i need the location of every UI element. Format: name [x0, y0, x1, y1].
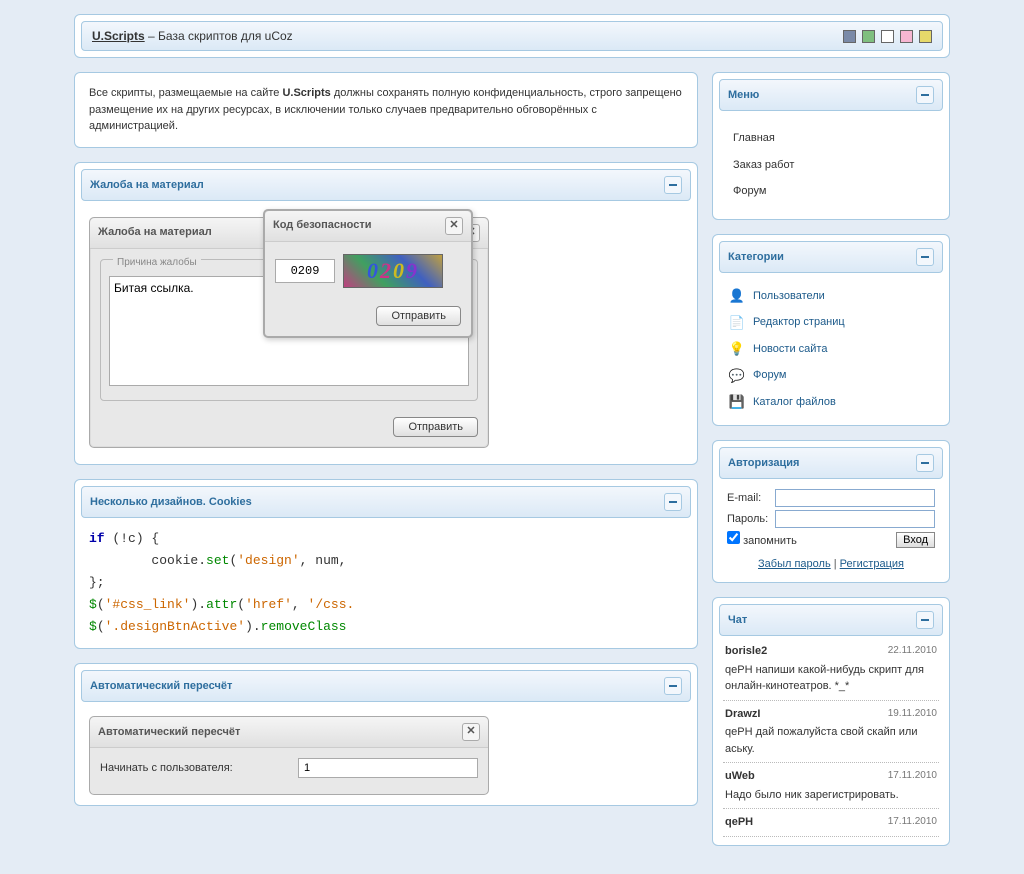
- theme-swatch[interactable]: [862, 30, 875, 43]
- category-item[interactable]: 💡 Новости сайта: [727, 336, 935, 363]
- menu-item[interactable]: Главная: [727, 125, 935, 152]
- panel-title: Автоматический пересчёт: [90, 680, 232, 692]
- category-icon: 📄: [729, 314, 745, 330]
- dialog-title: Автоматический пересчёт: [98, 724, 240, 741]
- collapse-icon[interactable]: [916, 611, 934, 629]
- recount-panel: Автоматический пересчёт Автоматический п…: [74, 663, 698, 806]
- theme-swatch[interactable]: [843, 30, 856, 43]
- password-field[interactable]: [775, 510, 935, 528]
- login-button[interactable]: Вход: [896, 532, 935, 548]
- cookies-panel: Несколько дизайнов. Cookies if (!c) { co…: [74, 479, 698, 649]
- site-title: U.Scripts – База скриптов для uCoz: [92, 29, 293, 43]
- password-label: Пароль:: [727, 511, 775, 528]
- panel-title: Авторизация: [728, 457, 799, 469]
- chat-panel: Чат borisle222.11.2010qePH напиши какой-…: [712, 597, 950, 846]
- auth-panel: Авторизация E-mail: Пароль: запомнить Вх…: [712, 440, 950, 583]
- chat-message: borisle222.11.2010qePH напиши какой-нибу…: [723, 638, 939, 701]
- category-label: Пользователи: [753, 288, 825, 305]
- category-item[interactable]: 👤 Пользователи: [727, 283, 935, 310]
- category-label: Новости сайта: [753, 341, 827, 358]
- panel-title: Чат: [728, 614, 747, 626]
- close-icon[interactable]: ✕: [462, 723, 480, 741]
- collapse-icon[interactable]: [916, 454, 934, 472]
- email-label: E-mail:: [727, 490, 775, 507]
- complaint-panel: Жалоба на материал Жалоба на материал ✕ П…: [74, 162, 698, 465]
- category-icon: 👤: [729, 288, 745, 304]
- topbar: U.Scripts – База скриптов для uCoz: [74, 14, 950, 58]
- category-item[interactable]: 📄 Редактор страниц: [727, 309, 935, 336]
- email-field[interactable]: [775, 489, 935, 507]
- collapse-icon[interactable]: [916, 248, 934, 266]
- forgot-password-link[interactable]: Забыл пароль: [758, 558, 831, 570]
- category-label: Редактор страниц: [753, 314, 845, 331]
- theme-swatch[interactable]: [919, 30, 932, 43]
- panel-title: Жалоба на материал: [90, 179, 204, 191]
- menu-item[interactable]: Форум: [727, 178, 935, 205]
- send-button[interactable]: Отправить: [393, 417, 478, 437]
- fieldset-legend: Причина жалобы: [113, 255, 201, 270]
- theme-swatch[interactable]: [900, 30, 913, 43]
- category-label: Каталог файлов: [753, 394, 836, 411]
- close-icon[interactable]: ✕: [445, 217, 463, 235]
- category-icon: 💡: [729, 341, 745, 357]
- panel-title: Категории: [728, 251, 784, 263]
- chat-message: uWeb17.11.2010Надо было ник зарегистриро…: [723, 763, 939, 809]
- notice-panel: Все скрипты, размещаемые на сайте U.Scri…: [74, 72, 698, 148]
- category-label: Форум: [753, 367, 786, 384]
- dialog-title: Код безопасности: [273, 217, 372, 234]
- collapse-icon[interactable]: [916, 86, 934, 104]
- menu-item[interactable]: Заказ работ: [727, 152, 935, 179]
- theme-swatch[interactable]: [881, 30, 894, 43]
- captcha-input[interactable]: [275, 259, 335, 283]
- register-link[interactable]: Регистрация: [840, 558, 904, 570]
- collapse-icon[interactable]: [664, 493, 682, 511]
- collapse-icon[interactable]: [664, 176, 682, 194]
- remember-checkbox[interactable]: запомнить: [727, 531, 797, 550]
- collapse-icon[interactable]: [664, 677, 682, 695]
- category-icon: 💾: [729, 394, 745, 410]
- category-item[interactable]: 💾 Каталог файлов: [727, 389, 935, 416]
- send-button[interactable]: Отправить: [376, 306, 461, 326]
- recount-dialog: Автоматический пересчёт✕ Начинать с поль…: [89, 716, 489, 795]
- categories-panel: Категории 👤 Пользователи 📄 Редактор страниц…: [712, 234, 950, 427]
- code-snippet: if (!c) { cookie.set('design', num,};$('…: [89, 528, 683, 638]
- captcha-image: 0209: [343, 254, 443, 288]
- panel-title: Несколько дизайнов. Cookies: [90, 496, 252, 508]
- panel-title: Меню: [728, 89, 759, 101]
- security-code-dialog: Код безопасности ✕ 0209 Отправить: [263, 209, 473, 338]
- dialog-title: Жалоба на материал: [98, 224, 212, 241]
- chat-message: DrawzI19.11.2010qePH дай пожалуйста свой…: [723, 701, 939, 764]
- category-item[interactable]: 💬 Форум: [727, 362, 935, 389]
- chat-message: qePH17.11.2010: [723, 809, 939, 837]
- menu-panel: Меню ГлавнаяЗаказ работФорум: [712, 72, 950, 220]
- category-icon: 💬: [729, 367, 745, 383]
- theme-swatches: [843, 30, 932, 43]
